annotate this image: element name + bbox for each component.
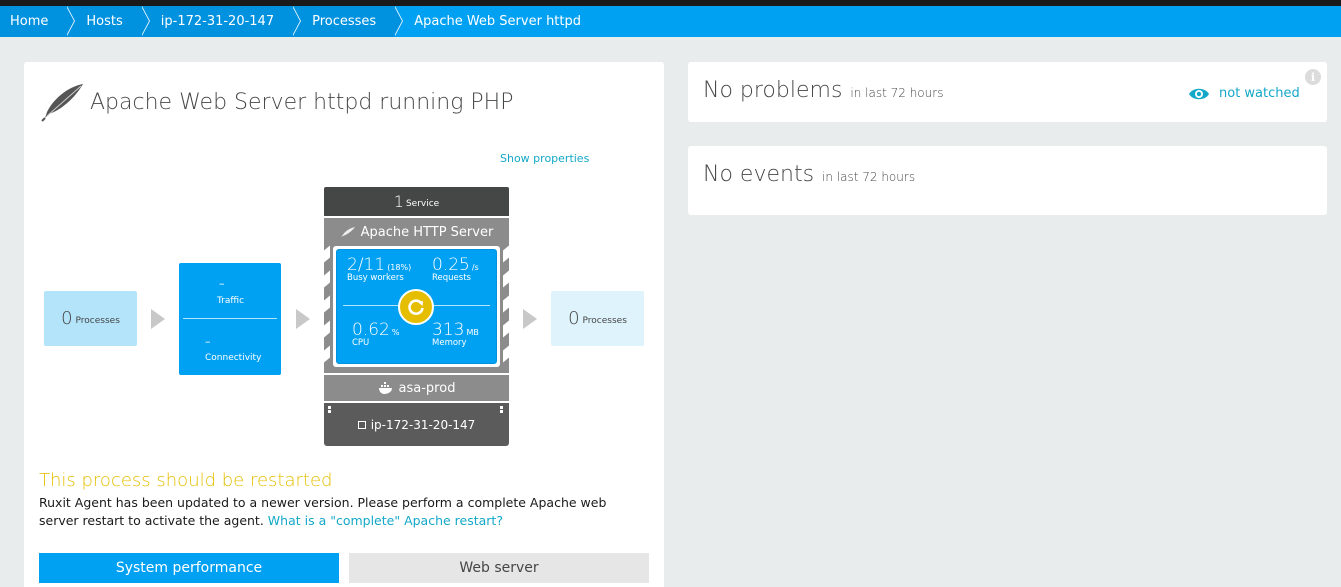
page-title: Apache Web Server httpd running PHP bbox=[90, 89, 514, 115]
notch bbox=[503, 295, 509, 313]
busy-workers-metric: 2/11 (18%) Busy workers bbox=[347, 255, 411, 283]
restart-required-badge[interactable] bbox=[398, 289, 434, 325]
breadcrumb-label: Home bbox=[10, 14, 49, 29]
notch bbox=[324, 320, 330, 338]
watch-toggle[interactable]: not watched bbox=[1188, 86, 1300, 101]
incoming-label: Processes bbox=[75, 316, 120, 326]
breadcrumb-processes[interactable]: Processes bbox=[292, 6, 404, 37]
outgoing-label: Processes bbox=[582, 316, 627, 326]
feather-icon bbox=[340, 227, 355, 237]
feather-icon bbox=[41, 84, 83, 122]
incoming-processes[interactable]: 0 Processes bbox=[44, 291, 137, 346]
notch bbox=[324, 270, 330, 288]
metric-value: 0.25 bbox=[432, 255, 470, 275]
problems-panel: No problems in last 72 hours not watched … bbox=[688, 62, 1327, 122]
notch bbox=[503, 320, 509, 338]
traffic-label: Traffic bbox=[217, 296, 245, 306]
connection-box[interactable]: – Traffic – Connectivity bbox=[179, 263, 281, 375]
notch bbox=[324, 295, 330, 313]
problems-title: No problems bbox=[703, 78, 843, 103]
host-label: ip-172-31-20-147 bbox=[370, 417, 476, 432]
outgoing-processes[interactable]: 0 Processes bbox=[551, 291, 644, 346]
events-panel: No events in last 72 hours bbox=[688, 146, 1327, 215]
process-group[interactable]: asa-prod bbox=[324, 375, 509, 401]
metric-value: 0.62 bbox=[352, 320, 390, 340]
notch bbox=[503, 345, 509, 363]
metric-label: Memory bbox=[432, 338, 467, 348]
info-icon[interactable]: i bbox=[1305, 69, 1321, 85]
process-name: Apache HTTP Server bbox=[324, 218, 509, 246]
notch bbox=[324, 345, 330, 363]
cpu-metric: 0.62% CPU bbox=[352, 320, 399, 348]
external-link-icon bbox=[357, 420, 366, 429]
service-card: 1 Service Apache HTTP Server 2/11(18%) bbox=[324, 187, 509, 446]
process-node[interactable]: Apache HTTP Server 2/11 (18%) Busy worker… bbox=[324, 218, 509, 373]
watch-label: not watched bbox=[1219, 86, 1300, 101]
traffic-value: – bbox=[219, 277, 225, 290]
breadcrumb-current: Apache Web Server httpd bbox=[394, 6, 600, 37]
breadcrumb-label: Hosts bbox=[86, 14, 123, 29]
service-count-value: 1 bbox=[393, 192, 404, 211]
metrics-tile[interactable]: 2/11 (18%) Busy workers 0.25/s Requests 0… bbox=[333, 246, 500, 367]
metric-label: Busy workers bbox=[347, 273, 404, 283]
notch bbox=[503, 270, 509, 288]
breadcrumb: Home Hosts ip-172-31-20-147 Processes Ap… bbox=[0, 6, 1341, 37]
events-title: No events bbox=[703, 162, 815, 187]
requests-metric: 0.25/s Requests bbox=[432, 255, 479, 283]
metric-unit: MB bbox=[466, 328, 479, 337]
process-group-label: asa-prod bbox=[398, 380, 456, 396]
arrow-right-icon bbox=[296, 309, 310, 329]
arrow-right-icon bbox=[151, 309, 165, 329]
connectivity-label: Connectivity bbox=[205, 353, 262, 363]
metric-label: Requests bbox=[432, 273, 471, 283]
drag-handle-icon[interactable] bbox=[328, 406, 331, 414]
metrics-tile-inner: 2/11 (18%) Busy workers 0.25/s Requests 0… bbox=[336, 249, 497, 364]
drag-handle-icon[interactable] bbox=[500, 406, 503, 414]
breadcrumb-home[interactable]: Home bbox=[0, 6, 76, 37]
problems-summary: No problems in last 72 hours bbox=[703, 78, 943, 103]
complete-restart-help-link[interactable]: What is a "complete" Apache restart? bbox=[268, 513, 503, 528]
divider bbox=[183, 318, 277, 319]
events-period: in last 72 hours bbox=[822, 170, 916, 184]
process-header: Apache Web Server httpd running PHP bbox=[41, 82, 513, 122]
breadcrumb-host[interactable]: ip-172-31-20-147 bbox=[140, 6, 302, 37]
breadcrumb-label: Processes bbox=[312, 14, 377, 29]
breadcrumb-hosts[interactable]: Hosts bbox=[66, 6, 151, 37]
restart-warning-text: Ruxit Agent has been updated to a newer … bbox=[39, 494, 639, 530]
host-node[interactable]: ip-172-31-20-147 bbox=[324, 403, 509, 446]
connectivity-value: – bbox=[205, 335, 211, 348]
metric-value: 313 bbox=[432, 320, 465, 340]
outgoing-count: 0 bbox=[568, 308, 580, 329]
show-properties-link[interactable]: Show properties bbox=[500, 152, 589, 165]
metric-unit: /s bbox=[471, 263, 479, 272]
restart-warning-title: This process should be restarted bbox=[39, 470, 333, 491]
metric-unit: % bbox=[391, 328, 400, 337]
notch bbox=[324, 245, 330, 263]
notch bbox=[503, 245, 509, 263]
arrow-right-icon bbox=[523, 309, 537, 329]
eye-icon bbox=[1189, 88, 1209, 99]
breadcrumb-label: ip-172-31-20-147 bbox=[160, 14, 275, 29]
docker-icon bbox=[378, 382, 392, 394]
incoming-count: 0 bbox=[61, 308, 73, 329]
tab-system-performance[interactable]: System performance bbox=[39, 553, 339, 583]
service-count-label: Service bbox=[405, 198, 440, 209]
process-name-label: Apache HTTP Server bbox=[360, 224, 494, 240]
events-summary: No events in last 72 hours bbox=[703, 162, 915, 187]
service-count[interactable]: 1 Service bbox=[324, 187, 509, 216]
tab-web-server[interactable]: Web server bbox=[349, 553, 649, 583]
restart-icon bbox=[408, 299, 424, 315]
process-panel: Apache Web Server httpd running PHP Show… bbox=[24, 62, 664, 587]
memory-metric: 313 MB Memory bbox=[432, 320, 479, 348]
metric-unit: (18%) bbox=[387, 263, 412, 272]
metric-value: 2/11 bbox=[347, 255, 386, 275]
breadcrumb-label: Apache Web Server httpd bbox=[414, 14, 582, 29]
problems-period: in last 72 hours bbox=[850, 86, 944, 100]
